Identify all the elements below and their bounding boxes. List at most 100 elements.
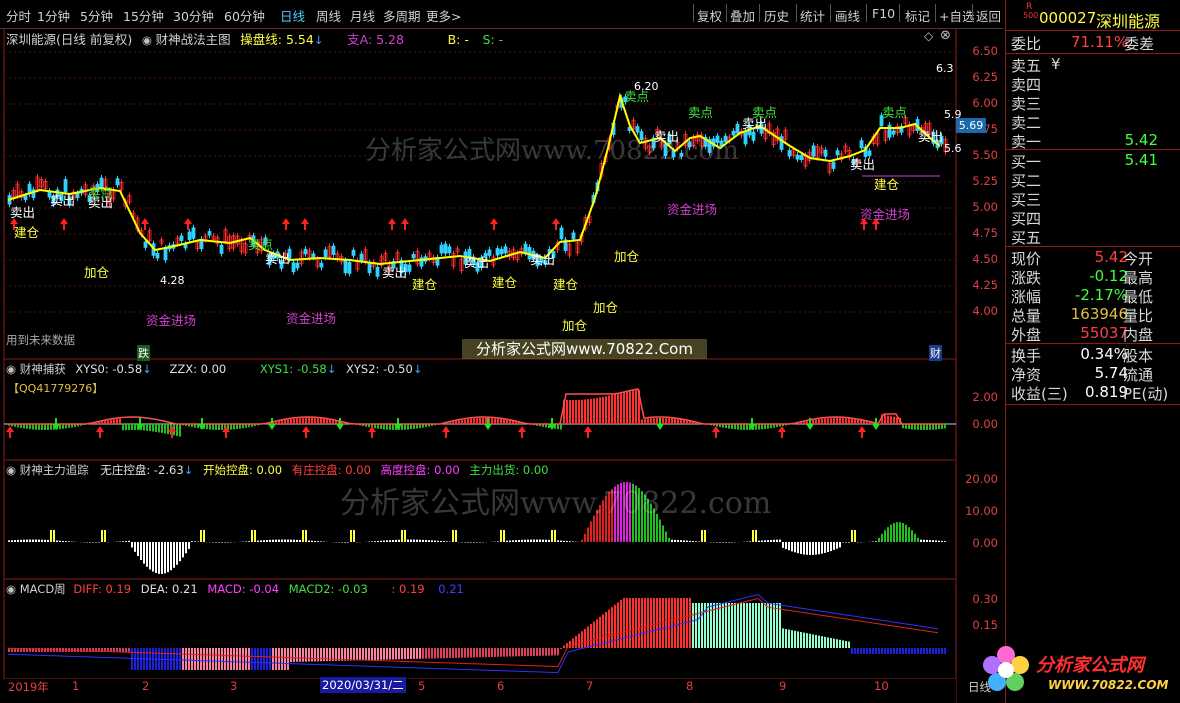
- panel4-header: ◉ MACD周 DIFF: 0.19 DEA: 0.21 MACD: -0.04…: [6, 581, 464, 597]
- period-multi[interactable]: 多周期: [383, 6, 421, 25]
- period-15min[interactable]: 15分钟: [123, 6, 164, 25]
- signal-label-fund: 资金进场: [146, 313, 197, 328]
- signal-label-sell: 卖出: [88, 195, 114, 210]
- period-more[interactable]: 更多>: [426, 6, 461, 25]
- tool-f10[interactable]: F10: [872, 6, 895, 21]
- price-axis-label: 6.25: [972, 70, 998, 84]
- quote-row-label: 买一: [1011, 153, 1042, 171]
- quote-row-right-label: 内盘: [1123, 326, 1154, 344]
- quote-row-label: 涨跌: [1011, 269, 1042, 287]
- panel2-select-icon[interactable]: ◉: [6, 362, 16, 376]
- quote-row-right-label: 量比: [1123, 307, 1154, 325]
- caopan-value: 操盘线: 5.54: [240, 32, 314, 47]
- watermark-panel3: 分析家公式网www.70822.com: [340, 486, 772, 521]
- tool-huaxian[interactable]: 画线: [835, 6, 860, 25]
- main-indicator-name[interactable]: 财神战法主图: [156, 32, 231, 47]
- tool-biaoji[interactable]: 标记: [905, 6, 930, 25]
- die-badge: 跌: [137, 345, 150, 361]
- tool-tongji[interactable]: 统计: [800, 6, 825, 25]
- signal-label-sell: 卖出: [530, 252, 556, 267]
- quote-row-value: -2.17%: [1074, 286, 1128, 304]
- period-fenshi[interactable]: 分时: [6, 6, 31, 25]
- panel4-name[interactable]: MACD周: [20, 582, 66, 596]
- signal-label-fund: 资金进场: [667, 202, 718, 217]
- time-label-6: 6: [497, 679, 505, 693]
- weicha-label: 委差: [1124, 35, 1155, 53]
- quote-row-label: 换手: [1011, 347, 1042, 365]
- time-label-10: 10: [874, 679, 889, 693]
- quote-row-sell3: 卖二: [1011, 112, 1176, 132]
- close-icon[interactable]: ⊗: [940, 28, 951, 43]
- quote-row-sell1: 卖四: [1011, 74, 1176, 94]
- quote-row-value: 0.819: [1085, 383, 1128, 401]
- macd-value: MACD: -0.04: [207, 582, 280, 596]
- diamond-icon[interactable]: ◇: [924, 29, 933, 43]
- tool-lishi[interactable]: 历史: [764, 6, 789, 25]
- quote-row-stat3: 总量 163946 量比: [1011, 305, 1176, 325]
- signal-label-build: 建仓: [874, 177, 900, 192]
- quote-row-stat0: 现价 5.42 今开: [1011, 248, 1176, 268]
- quote-row-value: 163946: [1070, 305, 1128, 323]
- time-label-3: 3: [230, 679, 238, 693]
- b-value: B: -: [447, 32, 469, 47]
- cai-badge: 财: [929, 345, 942, 361]
- quote-row-sell4: 卖一 5.42: [1011, 131, 1176, 151]
- period-60min[interactable]: 60分钟: [224, 6, 265, 25]
- period-daily[interactable]: 日线: [280, 6, 305, 25]
- panel2-name[interactable]: 财神捕获: [20, 362, 66, 376]
- price-axis-label: 6.00: [972, 96, 998, 110]
- time-label-2019: 2019年: [8, 680, 49, 694]
- signal-label-build: 建仓: [492, 275, 518, 290]
- tool-fanhui[interactable]: 返回: [976, 6, 1001, 25]
- quote-row-label: 总量: [1011, 307, 1042, 325]
- kaishi-value: 开始控盘: 0.00: [202, 463, 283, 477]
- price-axis-label: 5.25: [972, 174, 998, 188]
- weibi-label: 委比: [1011, 35, 1042, 53]
- r-num: 500: [1023, 11, 1039, 20]
- tool-diejia[interactable]: 叠加: [730, 6, 755, 25]
- signal-label-sell: 卖出: [742, 116, 768, 131]
- logo-text: 分析家公式网: [1036, 655, 1144, 676]
- tool-zixuan[interactable]: +自选: [939, 6, 974, 25]
- period-monthly[interactable]: 月线: [350, 6, 375, 25]
- panel3-name[interactable]: 财神主力追踪: [20, 463, 89, 477]
- low-price-label: 4.28: [160, 274, 185, 287]
- v1-value: : 0.19: [391, 582, 425, 596]
- quote-row-right-label: 股本: [1123, 347, 1154, 365]
- quote-row-buy0: 买一 5.41: [1011, 151, 1176, 171]
- xys2-value: XYS2: -0.50: [346, 362, 413, 376]
- p3-axis-20: 20.00: [965, 472, 998, 486]
- period-weekly[interactable]: 周线: [316, 6, 341, 25]
- period-5min[interactable]: 5分钟: [80, 6, 113, 25]
- quote-row-label: 卖三: [1011, 95, 1042, 113]
- time-label-8: 8: [686, 679, 694, 693]
- time-label-7: 7: [586, 679, 594, 693]
- signal-label-fund: 资金进场: [860, 207, 911, 222]
- tool-fuquan[interactable]: 复权: [697, 6, 722, 25]
- quote-row-sell2: 卖三: [1011, 93, 1176, 113]
- quote-row-label: 卖二: [1011, 114, 1042, 132]
- period-30min[interactable]: 30分钟: [173, 6, 214, 25]
- weibi-row: 委比 71.11% 委差: [1011, 33, 1176, 53]
- xys0-value: XYS0: -0.58: [75, 362, 143, 376]
- quote-row-label: 买四: [1011, 210, 1042, 228]
- panel3-select-icon[interactable]: ◉: [6, 463, 16, 477]
- signal-label-sellpoint: 卖点: [688, 105, 714, 120]
- quote-row-fin1: 净资 5.74 流通: [1011, 364, 1176, 384]
- quote-row-label: 现价: [1011, 250, 1042, 268]
- s-value: S: -: [482, 32, 504, 47]
- quote-row-right-label: 今开: [1123, 250, 1154, 268]
- indicator-select-icon[interactable]: ◉: [142, 33, 152, 47]
- panel3-header: ◉ 财神主力追踪 无庄控盘: -2.63↓ 开始控盘: 0.00 有庄控盘: 0…: [6, 463, 549, 477]
- watermark-banner: 分析家公式网www.70822.Com: [462, 339, 707, 359]
- panel4-select-icon[interactable]: ◉: [6, 582, 16, 596]
- quote-row-right-label: 最低: [1123, 288, 1154, 306]
- quote-row-label: 买五: [1011, 229, 1042, 247]
- p2-axis-2: 2.00: [972, 390, 998, 404]
- logo-url: WWW.70822.COM: [1048, 678, 1169, 692]
- period-1min[interactable]: 1分钟: [37, 6, 70, 25]
- quote-row-value: 5.41: [1124, 151, 1158, 169]
- p4-axis-015: 0.15: [972, 618, 998, 632]
- price-axis-label: 5.00: [972, 200, 998, 214]
- price-axis-label: 4.75: [972, 226, 998, 240]
